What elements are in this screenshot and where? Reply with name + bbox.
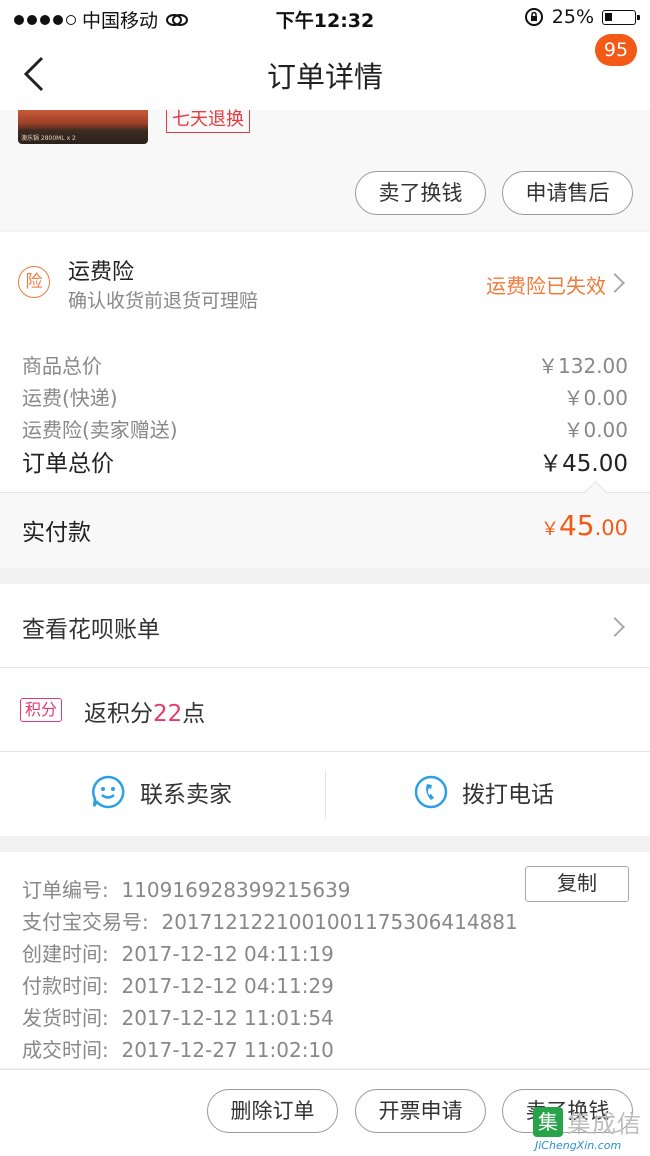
insurance-subtitle: 确认收货前退货可理赔 — [68, 290, 259, 312]
watermark-text: 集成信 — [567, 1110, 642, 1138]
paid-integer: 45 — [558, 509, 595, 542]
price-label: 运费(快递) — [22, 386, 118, 410]
insurance-title: 运费险 — [68, 260, 135, 285]
paid-currency: ￥ — [540, 519, 559, 540]
points-suffix: 点 — [182, 701, 206, 727]
nav-bar: 订单详情 — [0, 36, 650, 110]
call-phone-label: 拨打电话 — [462, 782, 554, 808]
product-image-label: 澳乐锅 2800ML x 2 — [21, 135, 76, 142]
status-right: 25% — [524, 6, 640, 28]
status-bar: 中国移动 下午12:32 25% — [0, 0, 650, 36]
price-label: 运费险(卖家赠送) — [22, 418, 178, 442]
points-tag: 积分 — [20, 698, 63, 722]
price-row: 运费险(卖家赠送) ￥0.00 — [22, 414, 628, 443]
order-total-value: ￥45.00 — [539, 451, 628, 477]
order-total-label: 订单总价 — [22, 451, 114, 477]
contact-seller-button[interactable]: 联系卖家 — [90, 774, 232, 810]
alipay-trade-line: 支付宝交易号: 2017121221001001175306414881 — [22, 906, 518, 935]
actual-paid-row: 实付款 ￥45.00 — [0, 492, 650, 568]
info-value: 2017-12-12 04:11:29 — [121, 974, 334, 998]
points-row: 积分 返积分22点 — [0, 668, 650, 751]
price-label: 商品总价 — [22, 354, 102, 378]
actual-paid-amount: ￥45.00 — [541, 509, 628, 542]
rotation-lock-icon — [524, 8, 543, 26]
contact-row: 联系卖家 拨打电话 — [0, 752, 650, 836]
chevron-right-icon — [605, 617, 625, 637]
price-row: 运费(快递) ￥0.00 — [22, 382, 628, 411]
info-value: 2017-12-27 11:02:10 — [121, 1038, 334, 1062]
price-value: ￥0.00 — [563, 386, 628, 410]
info-label: 发货时间: — [22, 1006, 109, 1030]
huabei-label: 查看花呗账单 — [22, 617, 160, 643]
divider — [325, 770, 326, 818]
shipped-time-line: 发货时间: 2017-12-12 11:01:54 — [22, 1002, 334, 1031]
info-label: 付款时间: — [22, 974, 109, 998]
paid-decimal: .00 — [594, 516, 628, 540]
delete-order-button[interactable]: 删除订单 — [207, 1089, 338, 1133]
insurance-status: 运费险已失效 — [486, 274, 606, 298]
price-summary: 商品总价 ￥132.00 运费(快递) ￥0.00 运费险(卖家赠送) ￥0.0… — [0, 328, 650, 492]
price-row: 商品总价 ￥132.00 — [22, 350, 628, 379]
price-value: ￥0.00 — [563, 418, 628, 442]
points-prefix: 返积分 — [84, 701, 153, 727]
call-phone-button[interactable]: 拨打电话 — [414, 774, 554, 810]
info-value: 2017-12-12 04:11:19 — [121, 942, 334, 966]
created-time-line: 创建时间: 2017-12-12 04:11:19 — [22, 938, 334, 967]
actual-paid-label: 实付款 — [22, 520, 91, 546]
sell-for-cash-button[interactable]: 卖了换钱 — [355, 171, 486, 215]
seven-day-return-tag: 七天退换 — [166, 110, 250, 133]
order-total-row: 订单总价 ￥45.00 — [22, 444, 628, 478]
info-label: 创建时间: — [22, 942, 109, 966]
product-thumbnail[interactable]: 澳乐锅 2800ML x 2 — [18, 110, 148, 144]
view-huabei-bill-row[interactable]: 查看花呗账单 — [0, 584, 650, 667]
paid-time-line: 付款时间: 2017-12-12 04:11:29 — [22, 970, 334, 999]
phone-icon — [414, 775, 448, 809]
battery-icon — [602, 9, 640, 25]
insurance-icon: 险 — [18, 266, 50, 298]
invoice-request-button[interactable]: 开票申请 — [355, 1089, 486, 1133]
watermark-logo-icon: 集 — [533, 1106, 563, 1137]
site-watermark: 集 集成信 JiChengXin.com — [533, 1104, 642, 1152]
points-amount: 22 — [153, 701, 183, 727]
order-number-line: 订单编号: 110916928399215639 — [22, 874, 351, 903]
shipping-insurance-row[interactable]: 险 运费险 确认收货前退货可理赔 运费险已失效 — [0, 232, 650, 328]
message-count-badge: 95 — [595, 34, 637, 66]
chevron-right-icon — [605, 273, 625, 293]
watermark-site: JiChengXin.com — [535, 1139, 622, 1152]
page-title: 订单详情 — [266, 60, 383, 94]
price-value: ￥132.00 — [538, 354, 628, 378]
contact-seller-label: 联系卖家 — [140, 782, 232, 808]
info-label: 支付宝交易号: — [22, 910, 149, 934]
info-label: 成交时间: — [22, 1038, 109, 1062]
completed-time-line: 成交时间: 2017-12-27 11:02:10 — [22, 1034, 334, 1063]
info-value: 110916928399215639 — [121, 878, 351, 902]
copy-order-number-button[interactable]: 复制 — [525, 866, 629, 902]
points-text: 返积分22点 — [84, 694, 205, 728]
info-value: 2017121221001001175306414881 — [161, 910, 518, 934]
info-value: 2017-12-12 11:01:54 — [121, 1006, 334, 1030]
info-label: 订单编号: — [22, 878, 109, 902]
apply-after-sale-button[interactable]: 申请售后 — [502, 171, 633, 215]
battery-percent: 25% — [551, 6, 594, 28]
chat-face-icon — [92, 775, 125, 809]
